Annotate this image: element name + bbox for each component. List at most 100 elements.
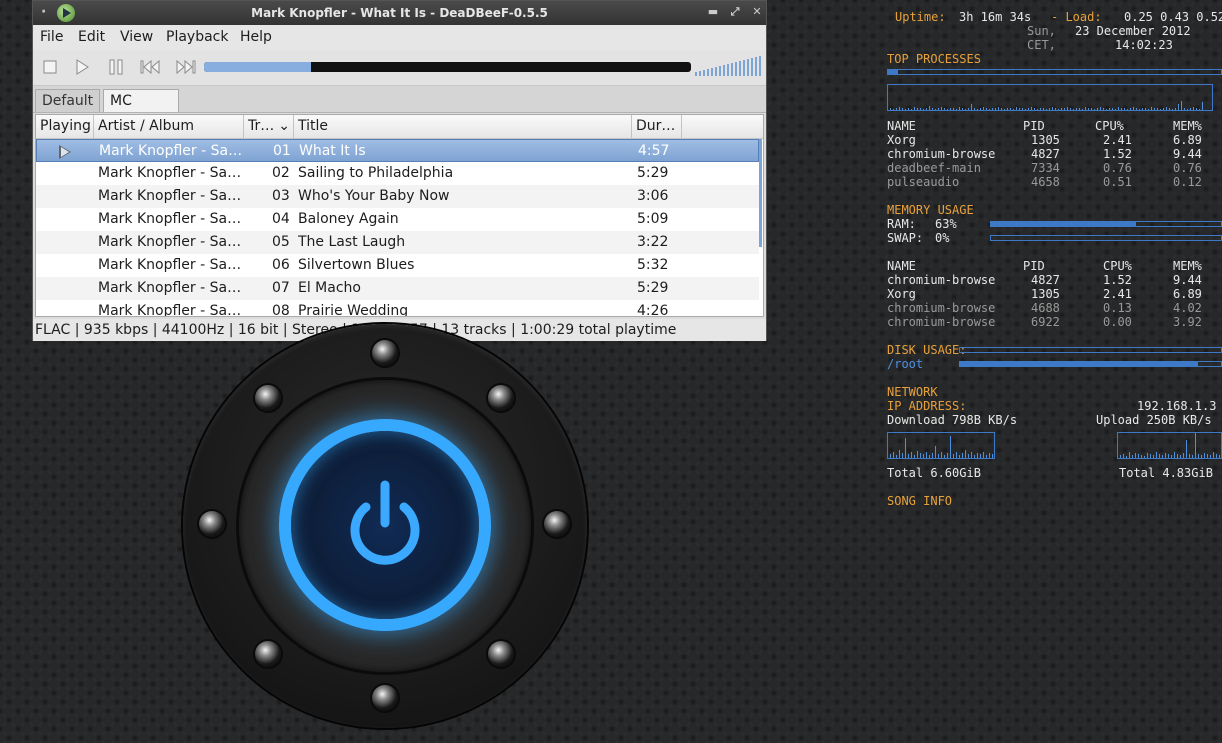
graph-bar bbox=[896, 455, 897, 458]
table-row[interactable]: Mark Knopfler - Sa… 08 Prairie Wedding 4:26 bbox=[36, 300, 759, 317]
power-icon bbox=[350, 480, 420, 565]
title-bar[interactable]: · Mark Knopfler - What It Is - DeaDBeeF-… bbox=[33, 1, 766, 25]
menu-help[interactable]: Help bbox=[240, 29, 272, 45]
graph-bar bbox=[1126, 456, 1127, 458]
graph-bar bbox=[1160, 109, 1161, 110]
table-row[interactable]: Mark Knopfler - Sa… 04 Baloney Again 5:09 bbox=[36, 208, 759, 231]
proc-cpu: 2.41 bbox=[1103, 287, 1132, 301]
previous-track-icon[interactable] bbox=[140, 59, 162, 75]
mem-proc-header-pid: PID bbox=[1023, 259, 1045, 273]
graph-bar bbox=[1046, 109, 1047, 110]
close-icon[interactable]: ✕ bbox=[749, 4, 765, 20]
graph-bar bbox=[1049, 108, 1050, 110]
graph-bar bbox=[1130, 108, 1131, 110]
proc-pid: 4658 bbox=[1031, 175, 1060, 189]
graph-bar bbox=[899, 450, 900, 458]
graph-bar bbox=[953, 454, 954, 458]
graph-bar bbox=[923, 454, 924, 458]
graph-bar bbox=[1118, 107, 1119, 110]
graph-bar bbox=[920, 108, 921, 110]
graph-bar bbox=[1031, 107, 1032, 110]
graph-bar bbox=[1085, 107, 1086, 110]
playlist-scrollbar[interactable] bbox=[759, 139, 762, 247]
screw-icon bbox=[488, 385, 514, 411]
pause-icon[interactable] bbox=[107, 59, 125, 75]
table-row[interactable]: Mark Knopfler - Sa… 03 Who's Your Baby Now… bbox=[36, 185, 759, 208]
graph-bar bbox=[908, 454, 909, 458]
download-rate: Download 798B KB/s bbox=[887, 413, 1018, 427]
proc-cpu: 1.52 bbox=[1103, 147, 1132, 161]
maximize-icon[interactable]: ⤢ bbox=[727, 4, 743, 20]
proc-name: chromium-browse bbox=[887, 273, 996, 287]
graph-bar bbox=[1055, 108, 1056, 110]
graph-bar bbox=[1184, 108, 1185, 110]
graph-bar bbox=[968, 108, 969, 110]
menu-edit[interactable]: Edit bbox=[78, 29, 105, 45]
proc-mem: 6.89 bbox=[1173, 133, 1202, 147]
upload-graph bbox=[1117, 432, 1222, 459]
column-playing[interactable]: Playing bbox=[36, 115, 94, 138]
row-track-number: 08 bbox=[272, 303, 290, 317]
graph-bar bbox=[929, 106, 930, 110]
volume-bar bbox=[743, 60, 745, 76]
column-artist-album[interactable]: Artist / Album bbox=[94, 115, 244, 138]
total-upload: Total 4.83GiB bbox=[1119, 466, 1213, 480]
graph-bar bbox=[923, 109, 924, 110]
graph-bar bbox=[1037, 109, 1038, 110]
graph-bar bbox=[1153, 455, 1154, 458]
swap-label: SWAP: bbox=[887, 231, 924, 245]
graph-bar bbox=[1148, 109, 1149, 110]
menu-playback[interactable]: Playback bbox=[166, 29, 228, 45]
next-track-icon[interactable] bbox=[174, 59, 196, 75]
graph-bar bbox=[1186, 440, 1187, 458]
table-row[interactable]: Mark Knopfler - Sa… 02 Sailing to Philadel… bbox=[36, 162, 759, 185]
seek-bar[interactable] bbox=[204, 62, 691, 72]
menu-file[interactable]: File bbox=[40, 29, 63, 45]
graph-bar bbox=[1219, 455, 1220, 458]
volume-slider[interactable] bbox=[695, 56, 763, 76]
graph-bar bbox=[1070, 108, 1071, 110]
graph-bar bbox=[1166, 107, 1167, 110]
graph-bar bbox=[902, 108, 903, 110]
graph-bar bbox=[914, 107, 915, 110]
minimize-icon[interactable]: ▬ bbox=[705, 4, 721, 20]
graph-bar bbox=[1207, 454, 1208, 458]
graph-bar bbox=[1139, 109, 1140, 110]
tab-mc[interactable]: MC bbox=[103, 89, 179, 112]
ram-bar bbox=[990, 221, 1222, 227]
volume-bar bbox=[707, 69, 709, 76]
stop-icon[interactable] bbox=[41, 59, 59, 75]
column-title[interactable]: Title bbox=[294, 115, 632, 138]
column-duration[interactable]: Dur… bbox=[632, 115, 682, 138]
graph-bar bbox=[965, 109, 966, 110]
table-row[interactable]: Mark Knopfler - Sa… 07 El Macho 5:29 bbox=[36, 277, 759, 300]
row-artist-album: Mark Knopfler - Sa… bbox=[98, 280, 240, 296]
graph-bar bbox=[1120, 455, 1121, 458]
screw-icon bbox=[544, 511, 570, 537]
graph-bar bbox=[1216, 454, 1217, 458]
screw-icon bbox=[255, 641, 281, 667]
graph-bar bbox=[1034, 108, 1035, 110]
graph-bar bbox=[1121, 108, 1122, 110]
now-playing-icon bbox=[59, 145, 71, 159]
tab-default[interactable]: Default bbox=[35, 89, 101, 112]
table-row[interactable]: Mark Knopfler - Sa… 05 The Last Laugh 3:22 bbox=[36, 231, 759, 254]
graph-bar bbox=[893, 109, 894, 110]
row-track-number: 02 bbox=[272, 165, 290, 181]
graph-bar bbox=[1165, 453, 1166, 458]
volume-bar bbox=[751, 58, 753, 76]
column-track[interactable]: Tr… ⌄ bbox=[244, 115, 294, 138]
proc-pid: 1305 bbox=[1031, 287, 1060, 301]
menu-view[interactable]: View bbox=[120, 29, 153, 45]
uptime-value: 3h 16m 34s bbox=[959, 10, 1032, 24]
seek-bar-fill bbox=[204, 62, 312, 72]
row-duration: 3:06 bbox=[637, 188, 669, 204]
graph-bar bbox=[1172, 109, 1173, 110]
disk-usage-label: DISK USAGE: bbox=[887, 343, 967, 357]
row-track-number: 07 bbox=[272, 280, 290, 296]
song-info-label: SONG INFO bbox=[887, 494, 953, 508]
play-icon[interactable] bbox=[73, 59, 91, 75]
graph-bar bbox=[893, 452, 894, 458]
table-row[interactable]: Mark Knopfler - Sa… 01 What It Is 4:57 bbox=[36, 139, 759, 162]
table-row[interactable]: Mark Knopfler - Sa… 06 Silvertown Blues 5:3… bbox=[36, 254, 759, 277]
